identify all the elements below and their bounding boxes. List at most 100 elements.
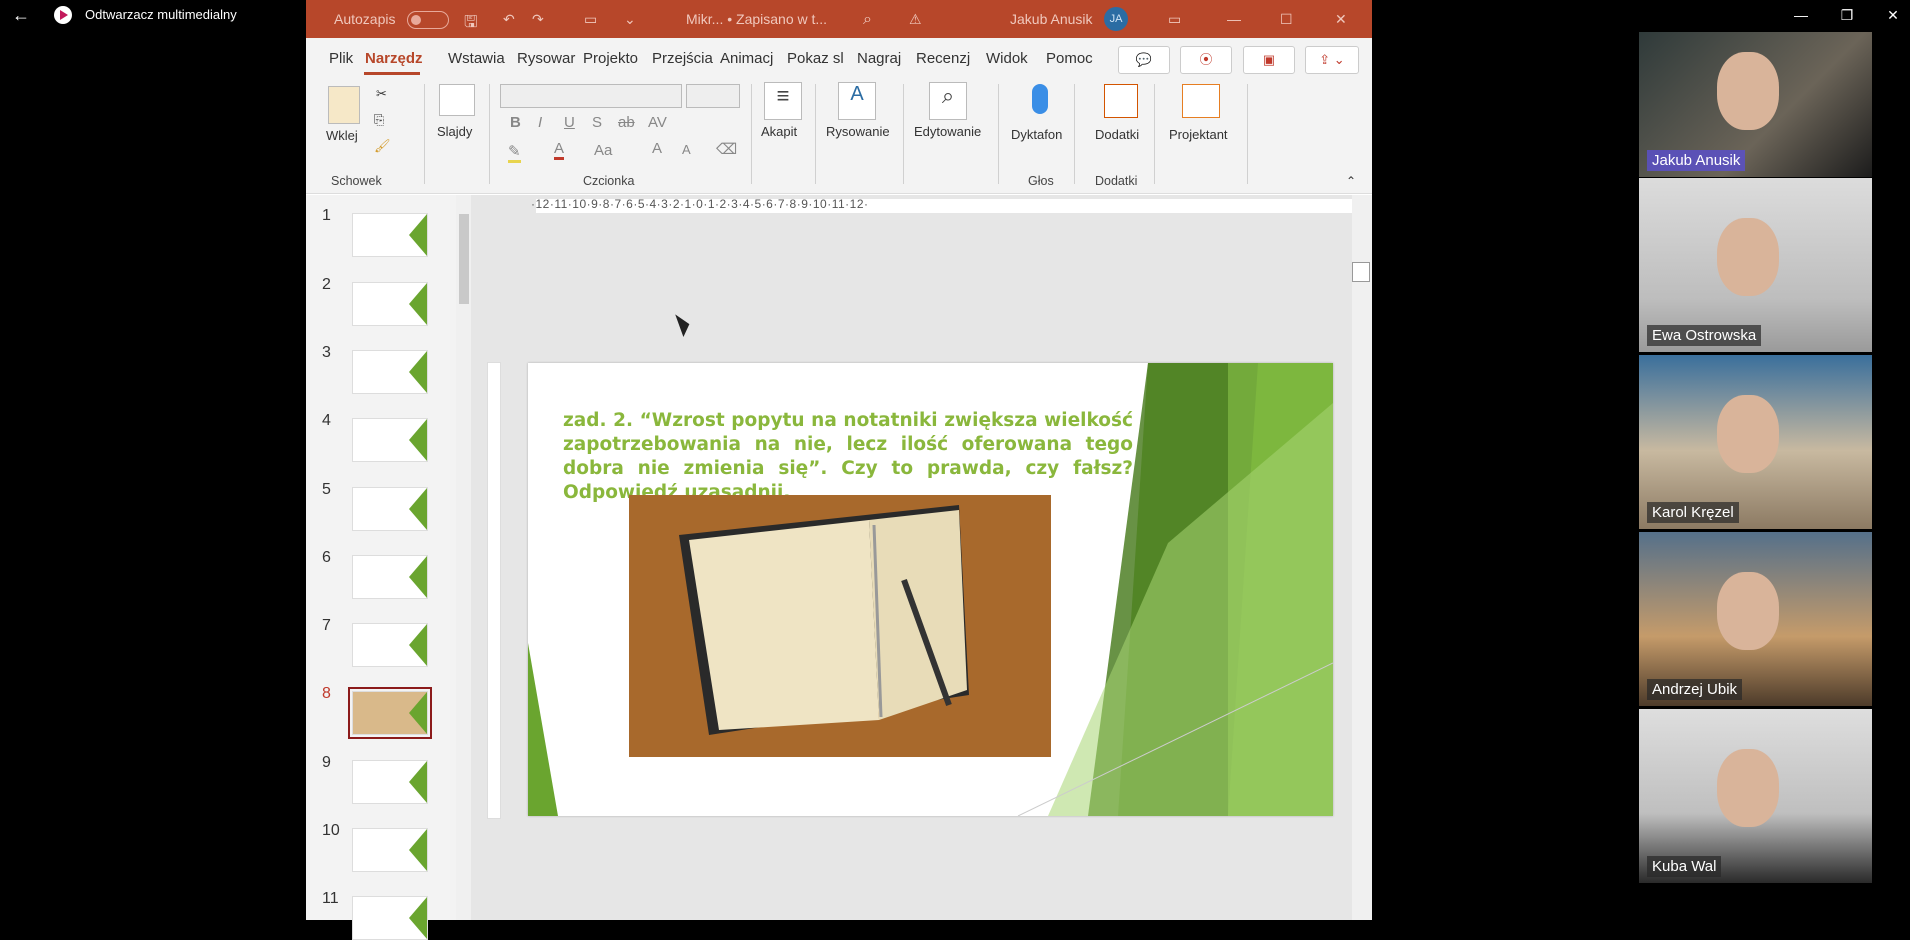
customize-toolbar-icon[interactable]: ⌄ <box>624 11 636 28</box>
ribbon-separator <box>751 84 752 184</box>
thumbnail-scrollbar-thumb[interactable] <box>459 214 469 304</box>
new-slide-icon[interactable] <box>439 84 475 116</box>
slide-thumbnail[interactable] <box>352 896 428 940</box>
slide-thumbnail[interactable] <box>352 487 428 531</box>
participant-face <box>1717 52 1779 130</box>
group-font-label: Czcionka <box>583 174 635 188</box>
slide-thumbnail[interactable] <box>352 623 428 667</box>
group-addins-label: Dodatki <box>1095 174 1138 188</box>
slide-thumbnail[interactable] <box>352 555 428 599</box>
designer-label[interactable]: Projektant <box>1169 127 1228 142</box>
format-painter-icon[interactable]: 🖌 <box>374 138 391 154</box>
drawing-icon[interactable]: A <box>838 82 876 120</box>
drawing-label[interactable]: Rysowanie <box>826 124 890 139</box>
tab-rysowanie[interactable]: Rysowar <box>517 50 575 67</box>
addins-label[interactable]: Dodatki <box>1095 127 1139 142</box>
undo-icon[interactable]: ↶ <box>503 11 515 28</box>
addins-icon[interactable] <box>1104 84 1138 118</box>
tab-pomoc[interactable]: Pomoc <box>1046 50 1093 67</box>
slide-thumbnail[interactable] <box>352 828 428 872</box>
italic-button[interactable]: I <box>538 114 542 131</box>
notebook-image[interactable] <box>629 495 1051 757</box>
underline-button[interactable]: U <box>564 114 575 131</box>
font-color-icon[interactable]: A <box>554 140 565 160</box>
participant-video-tile[interactable]: Ewa Ostrowska <box>1639 178 1872 352</box>
slide-number: 8 <box>322 685 331 702</box>
designer-icon[interactable] <box>1182 84 1220 118</box>
slide-thumbnail[interactable] <box>348 687 432 739</box>
ribbon-display-icon[interactable]: ▭ <box>1168 11 1181 28</box>
tab-plik[interactable]: Plik <box>329 50 353 67</box>
tab-narzedzia-glowne[interactable]: Narzędz <box>365 50 423 67</box>
slide-thumbnail[interactable] <box>352 760 428 804</box>
strikethrough-button[interactable]: ab <box>618 114 635 131</box>
decrease-font-button[interactable]: A <box>682 142 691 157</box>
ppt-titlebar: Autozapis 🖫 ↶ ↷ ▭ ⌄ Mikr... • Zapisano w… <box>306 0 1372 38</box>
change-case-button[interactable]: Aa <box>594 142 612 159</box>
bold-button[interactable]: B <box>510 114 521 131</box>
slide-thumbnail[interactable] <box>352 213 428 257</box>
save-icon[interactable]: 🖫 <box>464 11 478 38</box>
microphone-icon[interactable] <box>1032 84 1048 114</box>
collapse-ribbon-icon[interactable]: ⌃ <box>1346 174 1356 188</box>
tab-nagrywanie[interactable]: Nagraj <box>857 50 901 67</box>
restore-icon[interactable]: ❐ <box>1832 4 1862 26</box>
minimize-icon[interactable]: — <box>1786 4 1816 26</box>
document-title[interactable]: Mikr... • Zapisano w t... <box>686 11 827 27</box>
tab-animacje[interactable]: Animacj <box>720 50 773 67</box>
participant-name: Kuba Wal <box>1647 856 1722 877</box>
highlight-icon[interactable]: ✎ <box>508 142 521 163</box>
media-player-app-icon <box>54 6 72 24</box>
current-slide[interactable]: zad. 2. “Wzrost popytu na notatniki zwię… <box>528 363 1333 816</box>
present-teams-button[interactable]: ▣ <box>1243 46 1295 74</box>
tab-wstawianie[interactable]: Wstawia <box>448 50 505 67</box>
record-button[interactable]: ⦿ <box>1180 46 1232 74</box>
redo-icon[interactable]: ↷ <box>532 11 544 28</box>
close-icon[interactable]: ✕ <box>1878 4 1908 26</box>
character-spacing-button[interactable]: AV <box>648 114 667 131</box>
paste-icon[interactable] <box>328 86 360 124</box>
share-button[interactable]: ⇪ ⌄ <box>1305 46 1359 74</box>
increase-font-button[interactable]: A <box>652 140 662 157</box>
comments-button[interactable]: 💬 <box>1118 46 1170 74</box>
slide-question-text[interactable]: zad. 2. “Wzrost popytu na notatniki zwię… <box>563 409 1133 505</box>
editing-search-icon[interactable]: ⌕ <box>929 82 967 120</box>
presenter-icon[interactable]: ▭ <box>584 11 597 28</box>
slide-thumbnail[interactable] <box>352 282 428 326</box>
dictate-label[interactable]: Dyktafon <box>1011 127 1062 142</box>
paste-label[interactable]: Wklej <box>326 128 358 143</box>
copy-icon[interactable]: ⎘ <box>374 112 384 128</box>
participant-video-tile[interactable]: Andrzej Ubik <box>1639 532 1872 706</box>
group-clipboard-label: Schowek <box>331 174 382 188</box>
editing-label[interactable]: Edytowanie <box>914 124 981 139</box>
app-title: Odtwarzacz multimedialny <box>85 7 237 22</box>
editor-scrollbar[interactable] <box>1352 195 1372 920</box>
ppt-minimize-icon[interactable]: — <box>1227 11 1241 27</box>
ppt-close-icon[interactable]: ✕ <box>1335 11 1347 28</box>
cut-icon[interactable]: ✂ <box>376 86 387 102</box>
participant-video-tile[interactable]: Karol Kręzel <box>1639 355 1872 529</box>
tab-przejscia[interactable]: Przejścia <box>652 50 713 67</box>
slide-thumbnail[interactable] <box>352 350 428 394</box>
participant-video-tile[interactable]: Jakub Anusik <box>1639 32 1872 177</box>
paragraph-icon[interactable]: ≡ <box>764 82 802 120</box>
tab-pokaz-slajdow[interactable]: Pokaz sl <box>787 50 844 67</box>
slide-thumbnail[interactable] <box>352 418 428 462</box>
avatar[interactable]: JA <box>1104 7 1128 31</box>
ribbon-separator <box>1154 84 1155 184</box>
search-icon[interactable]: ⌕ <box>863 11 872 29</box>
back-arrow-icon[interactable]: ← <box>8 4 34 26</box>
font-name-select[interactable] <box>500 84 682 108</box>
tab-recenzja[interactable]: Recenzj <box>916 50 970 67</box>
font-size-select[interactable] <box>686 84 740 108</box>
tab-projektowanie[interactable]: Projekto <box>583 50 638 67</box>
participant-video-tile[interactable]: Kuba Wal <box>1639 709 1872 883</box>
clear-formatting-icon[interactable]: ⌫ <box>716 140 737 158</box>
paragraph-label[interactable]: Akapit <box>761 124 797 139</box>
ppt-maximize-icon[interactable]: ☐ <box>1280 11 1293 28</box>
autosave-toggle[interactable] <box>407 11 449 29</box>
tab-widok[interactable]: Widok <box>986 50 1028 67</box>
editor-scrollbar-thumb[interactable] <box>1352 262 1370 282</box>
slides-label[interactable]: Slajdy <box>437 124 472 139</box>
shadow-button[interactable]: S <box>592 114 602 131</box>
